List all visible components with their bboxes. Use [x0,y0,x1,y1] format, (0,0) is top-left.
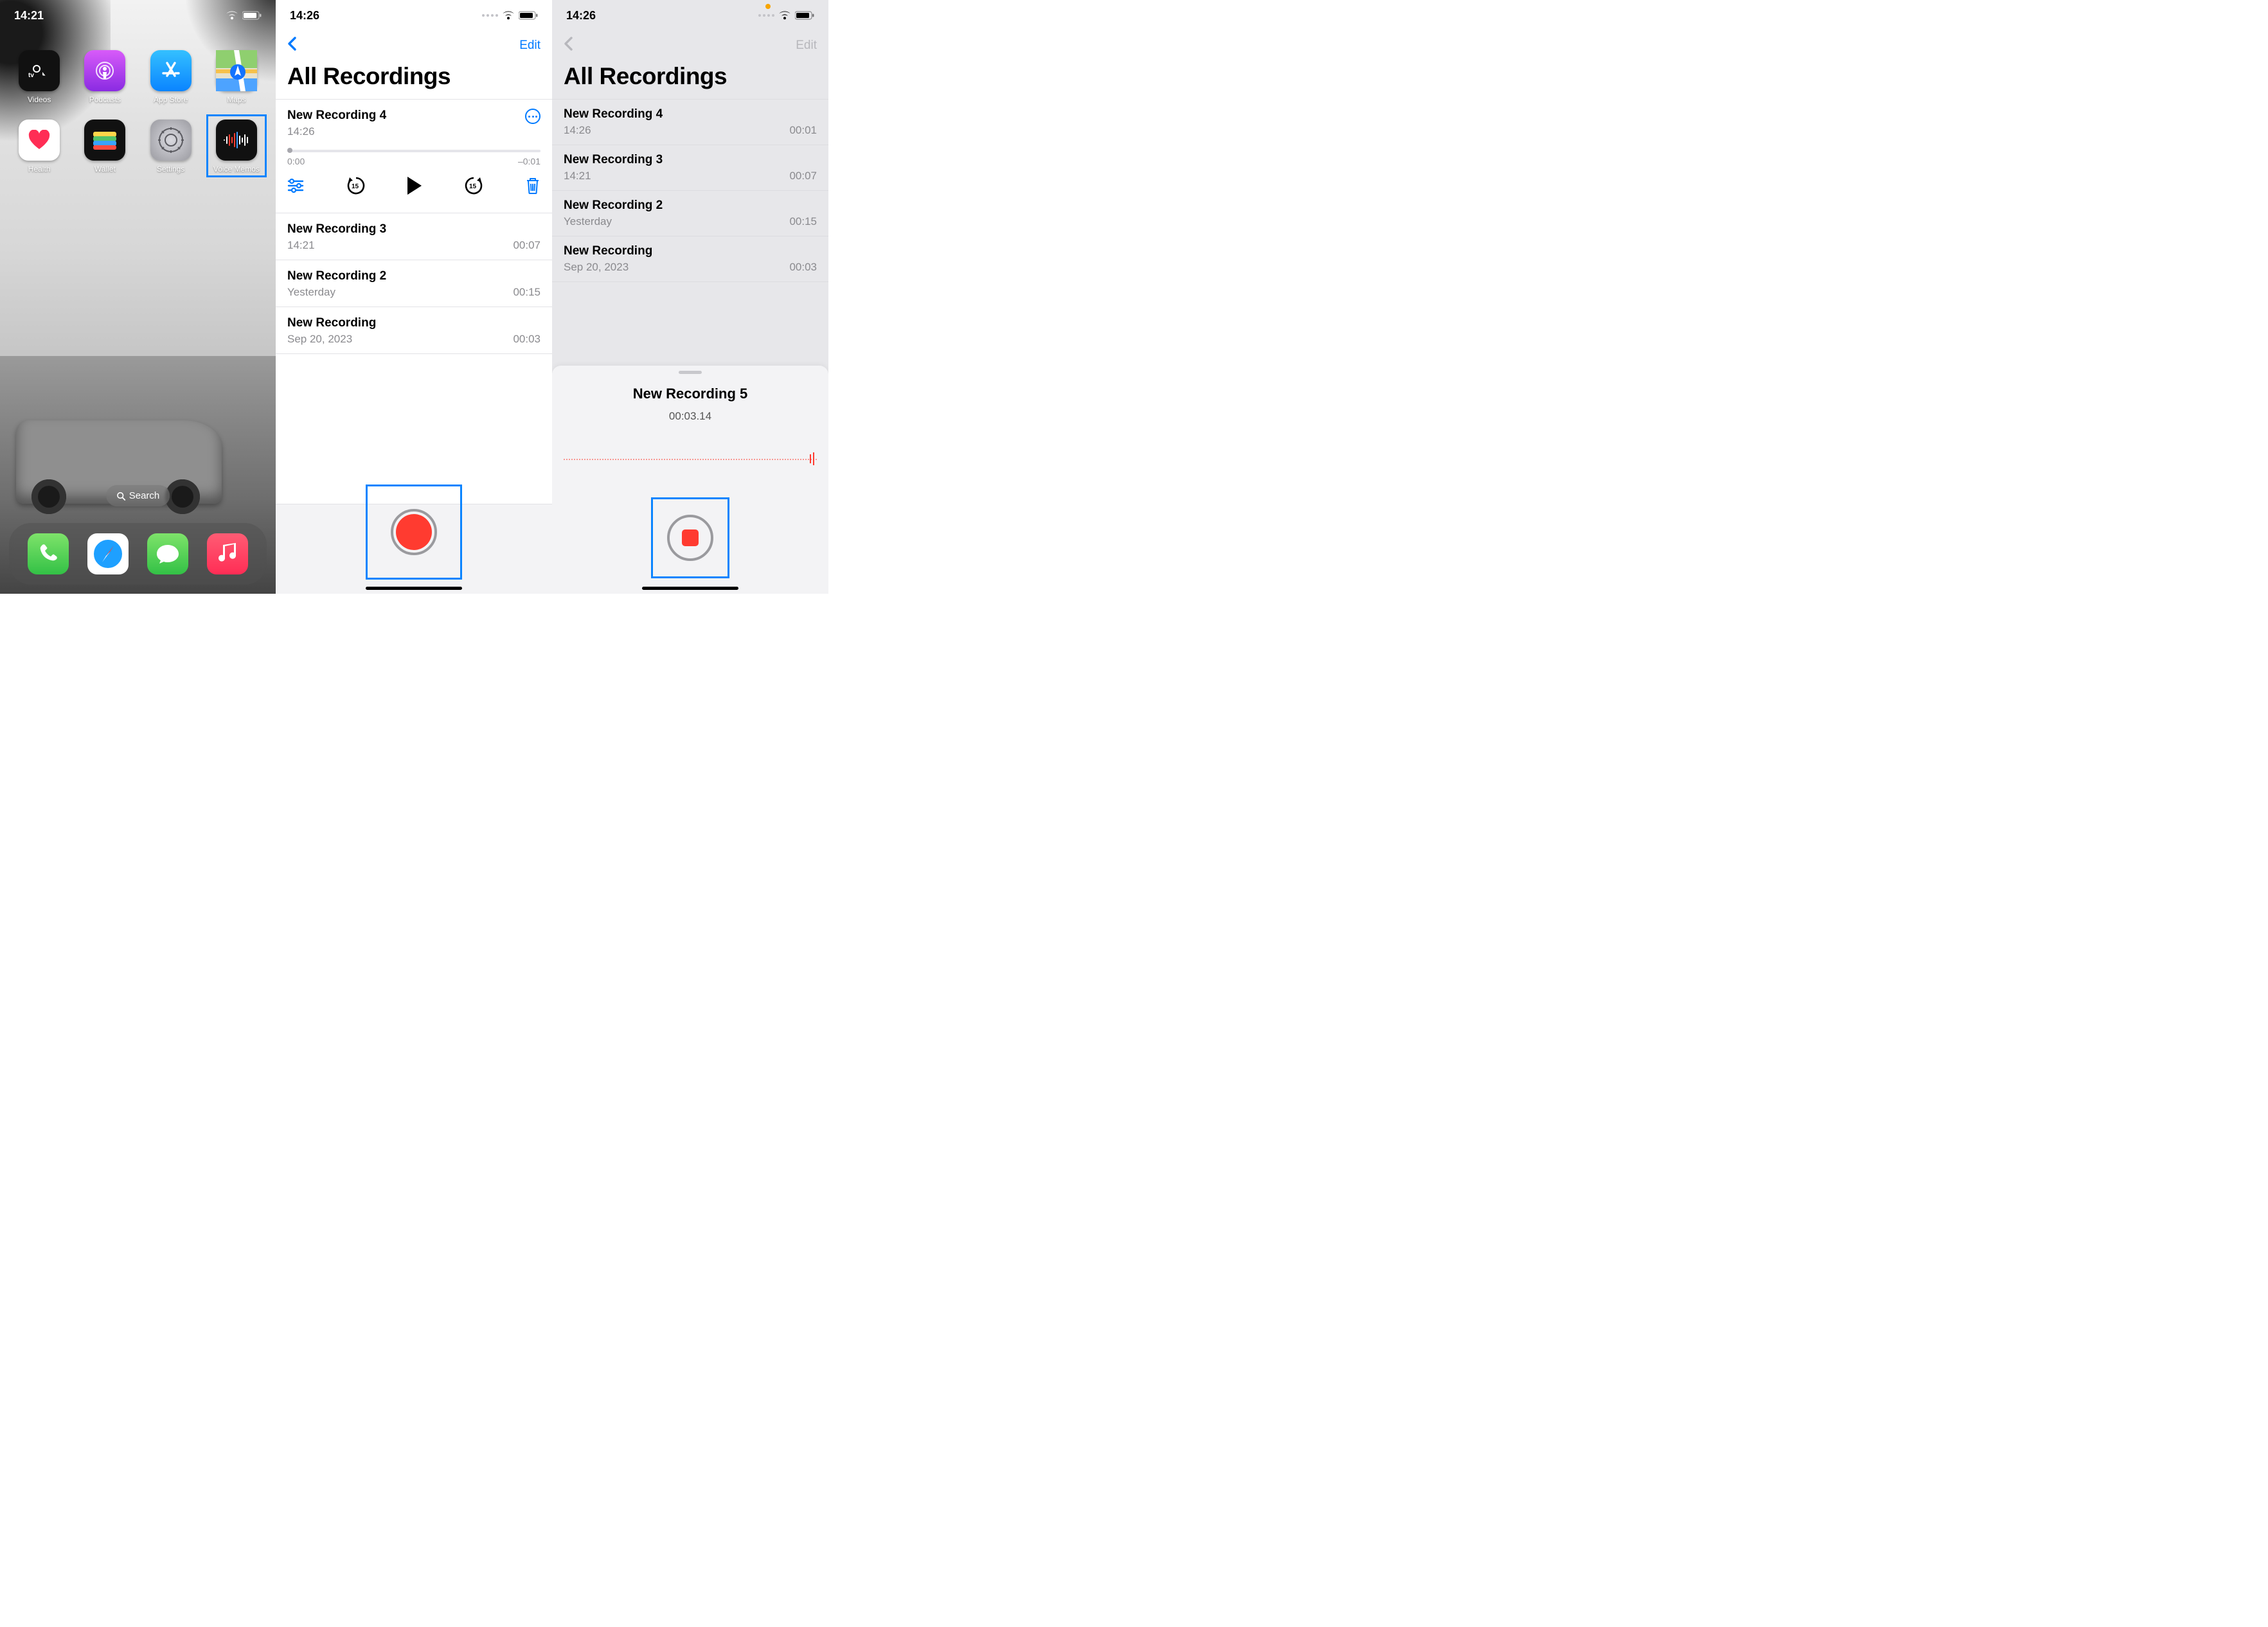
edit-button[interactable]: Edit [519,39,540,53]
recording-sheet[interactable]: New Recording 5 00:03.14 [552,366,828,594]
recording-row[interactable]: New Recording 2 Yesterday00:15 [552,191,828,236]
page-title: All Recordings [276,59,552,99]
app-voicememos[interactable]: Voice Memos [211,120,262,173]
scrubber-knob[interactable] [287,148,292,153]
recording-duration: 00:15 [789,215,817,228]
recording-title: New Recording 4 [564,107,817,121]
status-time: 14:26 [290,9,482,22]
wifi-icon [502,11,515,20]
page-title: All Recordings [552,59,828,99]
recording-row[interactable]: New Recording Sep 20, 202300:03 [552,236,828,282]
recordings-list: New Recording 4 14:2600:01 New Recording… [552,99,828,282]
options-icon[interactable] [287,179,304,193]
recording-duration: 00:15 [513,286,540,299]
waveform [564,446,817,472]
app-videos[interactable]: tv Videos [14,50,64,104]
cellular-dots-icon [758,14,774,17]
app-grid: tv Videos Podcasts App Store Maps Health [0,31,276,173]
recording-title: New Recording 3 [564,153,817,167]
battery-icon [795,11,814,20]
app-settings[interactable]: Settings [146,120,196,173]
app-maps[interactable]: Maps [211,50,262,104]
recordings-list: New Recording 4 14:26 0:00 –0:01 15 15 N… [276,99,552,354]
app-podcasts[interactable]: Podcasts [80,50,130,104]
dock-phone[interactable] [28,533,69,574]
svg-text:tv: tv [28,72,34,78]
back-button[interactable] [287,35,298,56]
skip-fwd-15-icon[interactable]: 15 [463,175,484,196]
recording-row[interactable]: New Recording 2 Yesterday00:15 [276,260,552,307]
status-bar: 14:21 [0,0,276,31]
recording-timer: 00:03.14 [552,410,828,423]
search-label: Search [129,490,160,501]
recording-row-expanded[interactable]: New Recording 4 14:26 0:00 –0:01 15 15 [276,99,552,213]
recording-title: New Recording 3 [287,222,540,236]
stop-button-highlight [651,497,729,578]
recording-row[interactable]: New Recording Sep 20, 202300:03 [276,307,552,354]
status-time: 14:26 [566,9,758,22]
recording-duration: 00:03 [789,261,817,274]
recording-duration: 00:07 [789,170,817,182]
voice-memos-list-screen: 14:26 Edit All Recordings New Recording … [276,0,552,594]
trash-icon[interactable] [525,177,540,195]
wifi-icon [778,11,791,20]
status-bar: 14:26 [552,0,828,31]
skip-back-15-icon[interactable]: 15 [346,175,366,196]
status-bar: 14:26 [276,0,552,31]
play-button[interactable] [407,177,422,195]
nav-bar: Edit [276,31,552,59]
record-button-highlight [366,485,462,580]
dock-music[interactable] [207,533,248,574]
more-button[interactable] [525,109,540,124]
edit-button: Edit [796,39,817,53]
recording-title: New Recording 2 [564,199,817,213]
recording-duration: 00:03 [513,333,540,346]
recording-title: New Recording [287,316,540,330]
dock-safari[interactable] [87,533,129,574]
search-icon [116,492,125,501]
stop-button[interactable] [667,515,713,561]
recording-duration: 00:07 [513,239,540,252]
status-time: 14:21 [14,9,226,22]
svg-text:15: 15 [352,183,359,190]
recording-active-title: New Recording 5 [552,386,828,402]
recording-row[interactable]: New Recording 3 14:2100:07 [552,145,828,191]
home-screen: 14:21 tv Videos Podcasts [0,0,276,594]
time-elapsed: 0:00 [287,156,305,166]
recording-row[interactable]: New Recording 3 14:2100:07 [276,213,552,260]
svg-text:15: 15 [469,183,477,190]
home-indicator[interactable] [642,587,738,590]
sheet-grabber[interactable] [679,371,702,374]
home-indicator[interactable] [366,587,462,590]
recording-title: New Recording 4 [287,109,540,123]
recording-title: New Recording 2 [287,269,540,283]
app-appstore[interactable]: App Store [146,50,196,104]
app-wallet[interactable]: Wallet [80,120,130,173]
voice-memos-recording-screen: 14:26 Edit All Recordings New Recording … [552,0,828,594]
recording-subtitle: 14:26 [287,125,315,138]
spotlight-search[interactable]: Search [106,485,170,506]
recording-title: New Recording [564,244,817,258]
dock-messages[interactable] [147,533,188,574]
battery-icon [242,11,262,20]
time-remaining: –0:01 [518,156,540,166]
recording-indicator-dot [765,4,771,9]
record-button[interactable] [391,509,437,555]
scrubber[interactable] [287,150,540,152]
back-button [564,35,574,56]
wifi-icon [226,11,238,20]
app-health[interactable]: Health [14,120,64,173]
battery-icon [519,11,538,20]
cellular-dots-icon [482,14,498,17]
dock [9,523,267,585]
nav-bar: Edit [552,31,828,59]
recording-row[interactable]: New Recording 4 14:2600:01 [552,100,828,145]
recording-duration: 00:01 [789,124,817,137]
